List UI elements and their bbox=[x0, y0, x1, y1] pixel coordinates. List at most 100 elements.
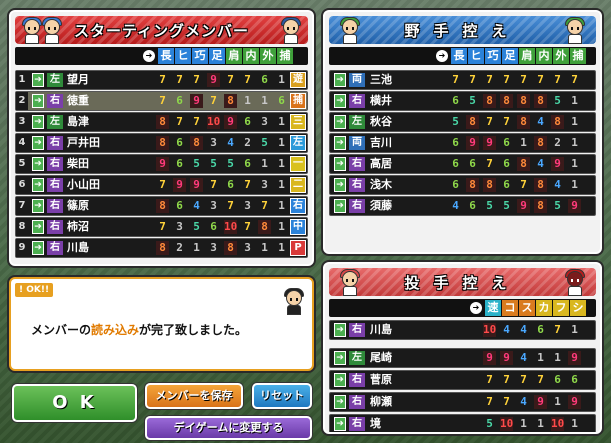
stat-value: 8 bbox=[534, 199, 547, 213]
swap-arrow-icon[interactable]: ➔ bbox=[334, 351, 346, 365]
ok-badge: ! OK!! bbox=[15, 283, 54, 297]
stat-value: 6 bbox=[503, 157, 510, 170]
stat-value: 7 bbox=[261, 199, 268, 212]
handedness-badge: 右 bbox=[349, 199, 365, 213]
swap-arrow-icon[interactable]: ➔ bbox=[32, 115, 44, 129]
stat-value: 8 bbox=[483, 178, 496, 192]
reset-button[interactable]: リセット bbox=[252, 383, 312, 409]
swap-arrow-icon[interactable]: ➔ bbox=[334, 178, 346, 192]
bench-fielder-row[interactable]: ➔ 両吉川 6 9 9 6 1 8 2 1 bbox=[329, 133, 596, 153]
handedness-badge: 左 bbox=[47, 73, 63, 87]
swap-arrow-icon[interactable]: ➔ bbox=[32, 136, 44, 150]
swap-arrow-icon[interactable]: ➔ bbox=[334, 94, 346, 108]
col-contact: ヒ bbox=[468, 48, 484, 64]
stat-value: 3 bbox=[244, 199, 251, 212]
col-shoot: シ bbox=[570, 300, 586, 316]
col-catcher: 捕 bbox=[570, 48, 586, 64]
starting-row[interactable]: 3 ➔ 左島津 8 7 7 10 9 6 3 1 三 bbox=[15, 112, 308, 132]
stat-value: 8 bbox=[466, 178, 479, 192]
ok-button[interactable]: O K bbox=[12, 384, 137, 422]
starting-row[interactable]: 8 ➔ 右柿沼 7 3 5 6 10 7 8 1 中 bbox=[15, 217, 308, 237]
bench-pitcher-row[interactable]: ➔ 左尾崎 9 9 4 1 1 9 bbox=[329, 348, 596, 368]
swap-arrow-icon[interactable]: ➔ bbox=[334, 73, 346, 87]
player-name: 尾崎 bbox=[370, 351, 392, 364]
handedness-badge: 右 bbox=[47, 94, 63, 108]
bench-pitcher-row[interactable]: ➔ 右川島 10 4 4 6 7 1 bbox=[329, 320, 596, 340]
swap-arrow-icon[interactable]: ➔ bbox=[32, 220, 44, 234]
bench-fielder-row[interactable]: ➔ 左秋谷 5 8 7 7 8 4 8 1 bbox=[329, 112, 596, 132]
stat-value: 5 bbox=[503, 199, 510, 212]
stat-value: 9 bbox=[568, 395, 581, 409]
stat-value: 9 bbox=[156, 157, 169, 171]
position-badge: 一 bbox=[290, 156, 306, 172]
swap-arrow-icon[interactable]: ➔ bbox=[334, 323, 346, 337]
bench-fielder-row[interactable]: ➔ 右浅木 6 8 8 6 7 8 4 1 bbox=[329, 175, 596, 195]
save-members-button[interactable]: メンバーを保存 bbox=[145, 383, 243, 409]
stat-value: 8 bbox=[517, 115, 530, 129]
batting-order: 1 bbox=[16, 71, 28, 89]
swap-arrow-icon[interactable]: ➔ bbox=[32, 73, 44, 87]
player-name: 吉川 bbox=[370, 136, 392, 149]
stat-value: 9 bbox=[534, 395, 547, 409]
swap-arrow-icon[interactable]: ➔ bbox=[32, 157, 44, 171]
stat-value: 4 bbox=[452, 199, 459, 212]
starting-row[interactable]: 9 ➔ 右川島 8 2 1 3 8 3 1 1 P bbox=[15, 238, 308, 258]
swap-arrow-icon[interactable]: ➔ bbox=[334, 199, 346, 213]
swap-arrow-icon[interactable]: ➔ bbox=[32, 199, 44, 213]
bench-fielder-row[interactable]: ➔ 右須藤 4 6 5 5 9 8 5 9 bbox=[329, 196, 596, 216]
stat-value: 2 bbox=[554, 136, 561, 149]
stat-value: 7 bbox=[520, 73, 527, 86]
bench-fielder-row[interactable]: ➔ 右横井 6 5 8 8 8 8 5 1 bbox=[329, 91, 596, 111]
stat-value: 3 bbox=[261, 115, 268, 128]
swap-arrow-icon[interactable]: ➔ bbox=[334, 115, 346, 129]
player-name: 戸井田 bbox=[67, 136, 100, 149]
bench-pitcher-row[interactable]: ➔ 右柳瀬 7 7 4 9 1 9 bbox=[329, 392, 596, 412]
swap-arrow-icon[interactable]: ➔ bbox=[334, 136, 346, 150]
stat-value: 7 bbox=[227, 73, 234, 86]
bench-pitcher-row[interactable]: ➔ 右境 5 10 1 1 10 1 bbox=[329, 414, 596, 432]
stat-value: 3 bbox=[210, 241, 217, 254]
stat-value: 7 bbox=[159, 73, 166, 86]
swap-arrow-icon[interactable]: ➔ bbox=[334, 157, 346, 171]
starting-row[interactable]: 1 ➔ 左望月 7 7 7 9 7 7 6 1 遊 bbox=[15, 70, 308, 90]
position-badge: P bbox=[290, 240, 306, 256]
day-game-button[interactable]: デイゲームに変更する bbox=[145, 416, 312, 440]
stat-value: 7 bbox=[537, 73, 544, 86]
stat-value: 1 bbox=[244, 94, 251, 107]
handedness-badge: 右 bbox=[349, 157, 365, 171]
swap-arrow-icon[interactable]: ➔ bbox=[334, 417, 346, 431]
stat-value: 6 bbox=[571, 373, 578, 386]
swap-arrow-icon[interactable]: ➔ bbox=[32, 178, 44, 192]
swap-arrow-icon[interactable]: ➔ bbox=[334, 373, 346, 387]
stat-value: 7 bbox=[503, 373, 510, 386]
swap-arrow-icon[interactable]: ➔ bbox=[32, 241, 44, 255]
stat-value: 5 bbox=[452, 115, 459, 128]
starting-row[interactable]: 6 ➔ 右小山田 7 9 9 7 6 7 3 1 二 bbox=[15, 175, 308, 195]
catcher-mask-icon bbox=[562, 268, 588, 296]
stat-value: 9 bbox=[568, 351, 581, 365]
status-message: メンバーの読み込みが完了致しました。 bbox=[31, 321, 247, 338]
handedness-badge: 両 bbox=[349, 136, 365, 150]
message-panel: ! OK!! メンバーの読み込みが完了致しました。 bbox=[9, 277, 314, 371]
stat-value: 8 bbox=[551, 115, 564, 129]
swap-arrow-icon[interactable]: ➔ bbox=[334, 395, 346, 409]
bench-fielder-row[interactable]: ➔ 両三池 7 7 7 7 7 7 7 7 bbox=[329, 70, 596, 90]
starting-row[interactable]: 2 ➔ 右徳重 7 6 9 7 8 1 1 6 捕 bbox=[15, 91, 308, 111]
col-skill: 巧 bbox=[192, 48, 208, 64]
handedness-badge: 右 bbox=[349, 395, 365, 409]
stat-value: 8 bbox=[517, 94, 530, 108]
bench-fielder-row[interactable]: ➔ 右高居 6 6 7 6 8 4 9 1 bbox=[329, 154, 596, 174]
batting-order: 7 bbox=[16, 197, 28, 215]
starting-row[interactable]: 5 ➔ 右柴田 9 6 5 5 5 6 1 1 一 bbox=[15, 154, 308, 174]
starting-row[interactable]: 7 ➔ 右篠原 8 6 4 3 7 3 7 1 右 bbox=[15, 196, 308, 216]
batting-order: 3 bbox=[16, 113, 28, 131]
starting-row[interactable]: 4 ➔ 右戸井田 8 6 8 3 4 2 5 1 左 bbox=[15, 133, 308, 153]
player-name: 望月 bbox=[67, 73, 89, 86]
swap-arrow-icon[interactable]: ➔ bbox=[32, 94, 44, 108]
handedness-badge: 右 bbox=[349, 373, 365, 387]
stat-value: 6 bbox=[537, 323, 544, 336]
bench-pitcher-row[interactable]: ➔ 右菅原 7 7 7 7 6 6 bbox=[329, 370, 596, 390]
mascot-icon-right bbox=[278, 16, 304, 44]
stat-value: 1 bbox=[571, 115, 578, 128]
stat-value: 5 bbox=[469, 94, 476, 107]
